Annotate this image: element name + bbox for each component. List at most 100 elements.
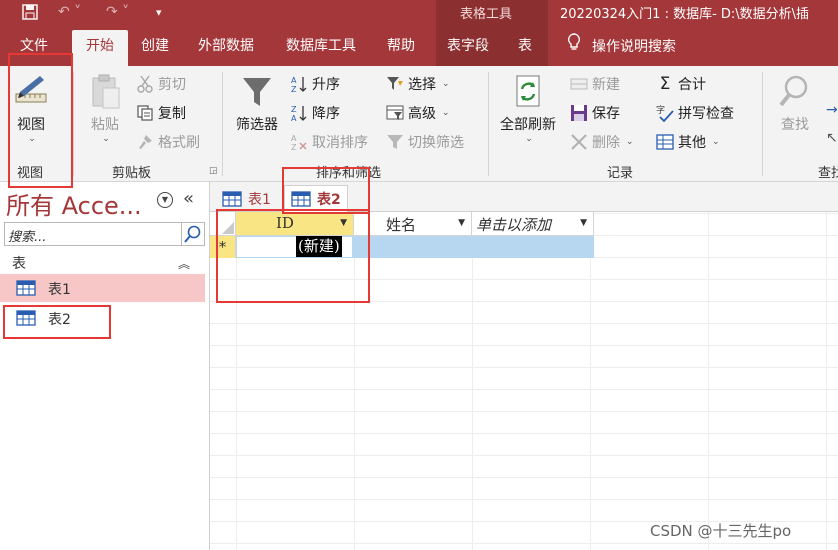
sort-descending-icon: ZA: [290, 104, 308, 123]
column-header-name[interactable]: 姓名 ▼: [354, 212, 472, 236]
navigation-pane: 所有 Acce... ▼ « 搜索... 表 ︽ 表1 表2: [0, 182, 210, 550]
format-painter-button[interactable]: 格式刷: [136, 132, 200, 152]
funnel-icon: [240, 74, 274, 110]
column-dropdown-icon[interactable]: ▼: [580, 218, 587, 228]
filter-label: 筛选器: [236, 117, 278, 133]
tab-external-data[interactable]: 外部数据: [192, 30, 260, 66]
clipboard-icon: [88, 74, 122, 110]
sort-ascending-button[interactable]: AZ 升序: [290, 74, 340, 94]
svg-text:Z: Z: [291, 105, 297, 114]
select-cursor-icon[interactable]: ↖: [826, 130, 838, 146]
spelling-button[interactable]: 字 拼写检查: [656, 103, 734, 123]
save-record-button[interactable]: 保存: [570, 103, 620, 123]
tab-help[interactable]: 帮助: [381, 30, 421, 66]
svg-text:A: A: [291, 134, 297, 143]
annotation-box-table2: [3, 305, 111, 339]
scissors-icon: [136, 75, 154, 93]
search-button[interactable]: [182, 222, 205, 246]
magnifier-icon: [778, 74, 812, 110]
ribbon-tabs: 文件 开始 创建 外部数据 数据库工具 帮助 表字段 表 操作说明搜索: [0, 30, 838, 66]
selection-button[interactable]: 选择 ⌄: [386, 74, 450, 94]
save-record-label: 保存: [592, 106, 620, 122]
chevron-down-icon: ⌄: [102, 134, 110, 144]
sigma-icon: Σ: [659, 74, 671, 94]
context-tool-title: 表格工具: [460, 7, 513, 22]
selection-filter-icon: [386, 75, 404, 93]
tab-table-fields[interactable]: 表字段: [441, 30, 495, 66]
chevron-down-icon: ⌄: [626, 137, 634, 147]
filter-button[interactable]: 筛选器: [236, 74, 278, 134]
toggle-filter-button[interactable]: 切换筛选: [386, 132, 464, 152]
format-painter-label: 格式刷: [158, 135, 200, 151]
paste-button[interactable]: 粘贴 ⌄: [88, 74, 122, 144]
search-input[interactable]: 搜索...: [4, 222, 182, 246]
clear-sort-button[interactable]: AZ 取消排序: [290, 132, 368, 152]
refresh-all-label: 全部刷新: [500, 117, 556, 133]
toggle-filter-label: 切换筛选: [408, 135, 464, 151]
selection-label: 选择: [408, 77, 436, 93]
search-icon: [184, 225, 201, 243]
nav-group-tables[interactable]: 表 ︽: [0, 252, 205, 274]
nav-pane-title[interactable]: 所有 Acce...: [6, 186, 142, 221]
refresh-icon: [511, 74, 545, 110]
delete-record-button[interactable]: 删除 ⌄: [570, 132, 634, 152]
annotation-box-view: [8, 53, 73, 188]
window-title: 20220324入门1 : 数据库- D:\数据分析\插: [560, 7, 810, 22]
svg-text:A: A: [291, 114, 297, 122]
svg-text:字: 字: [656, 104, 665, 116]
paste-button-label: 粘贴: [91, 117, 119, 133]
title-bar: ↶ ˅ ↷ ˅ ▾ 表格工具 20220324入门1 : 数据库- D:\数据分…: [0, 0, 838, 30]
tab-table[interactable]: 表: [512, 30, 538, 66]
undo-icon[interactable]: ↶ ˅: [58, 4, 81, 20]
column-dropdown-icon[interactable]: ▼: [458, 218, 465, 228]
sort-ascending-label: 升序: [312, 77, 340, 93]
sort-descending-label: 降序: [312, 106, 340, 122]
clear-sort-label: 取消排序: [312, 135, 368, 151]
doc-tab-label: 表1: [248, 191, 271, 208]
table-icon: [222, 190, 242, 207]
chevron-down-icon: ⌄: [442, 108, 450, 118]
more-label: 其他: [678, 135, 706, 151]
nav-item-table1[interactable]: 表1: [0, 274, 205, 302]
delete-record-label: 删除: [592, 135, 620, 151]
totals-label: 合计: [678, 77, 706, 93]
advanced-label: 高级: [408, 106, 436, 122]
find-button[interactable]: 查找: [778, 74, 812, 134]
customize-toolbar-icon[interactable]: ▾: [156, 6, 162, 19]
nav-menu-dropdown-icon[interactable]: ▼: [157, 192, 173, 208]
more-button[interactable]: 其他 ⌄: [656, 132, 720, 152]
spell-check-icon: 字: [656, 104, 674, 123]
new-record-button[interactable]: 新建: [570, 74, 620, 94]
column-header-label: 姓名: [386, 216, 417, 234]
sort-ascending-icon: AZ: [290, 75, 308, 94]
chevron-down-icon: ⌄: [442, 79, 450, 89]
group-label-clipboard: 剪贴板: [112, 166, 152, 181]
copy-button[interactable]: 复制: [136, 103, 186, 123]
svg-text:A: A: [291, 76, 297, 85]
sort-descending-button[interactable]: ZA 降序: [290, 103, 340, 123]
find-label: 查找: [781, 117, 809, 133]
advanced-filter-icon: [386, 104, 404, 122]
tell-me-label: 操作说明搜索: [592, 39, 676, 55]
cut-button[interactable]: 剪切: [136, 74, 186, 94]
column-header-label: 单击以添加: [476, 216, 552, 234]
totals-button[interactable]: Σ 合计: [656, 74, 706, 94]
doc-tab-table1[interactable]: 表1: [216, 185, 277, 212]
tab-home[interactable]: 开始: [72, 30, 128, 66]
chevron-up-icon[interactable]: ︽: [178, 255, 190, 272]
goto-arrow-icon[interactable]: →: [826, 102, 838, 118]
redo-icon[interactable]: ↷ ˅: [106, 4, 129, 20]
refresh-all-button[interactable]: 全部刷新 ⌄: [500, 74, 556, 144]
column-header-add[interactable]: 单击以添加 ▼: [472, 212, 594, 236]
group-divider: [762, 72, 763, 176]
dialog-launcher-icon[interactable]: ◲: [209, 166, 218, 176]
new-record-label: 新建: [592, 77, 620, 93]
toggle-filter-icon: [386, 133, 404, 151]
tell-me-search[interactable]: 操作说明搜索: [566, 30, 676, 66]
tab-create[interactable]: 创建: [135, 30, 175, 66]
collapse-pane-icon[interactable]: «: [183, 188, 194, 209]
save-icon[interactable]: [22, 4, 38, 24]
advanced-button[interactable]: 高级 ⌄: [386, 103, 450, 123]
tab-database-tools[interactable]: 数据库工具: [280, 30, 362, 66]
table-icon: [16, 280, 36, 300]
